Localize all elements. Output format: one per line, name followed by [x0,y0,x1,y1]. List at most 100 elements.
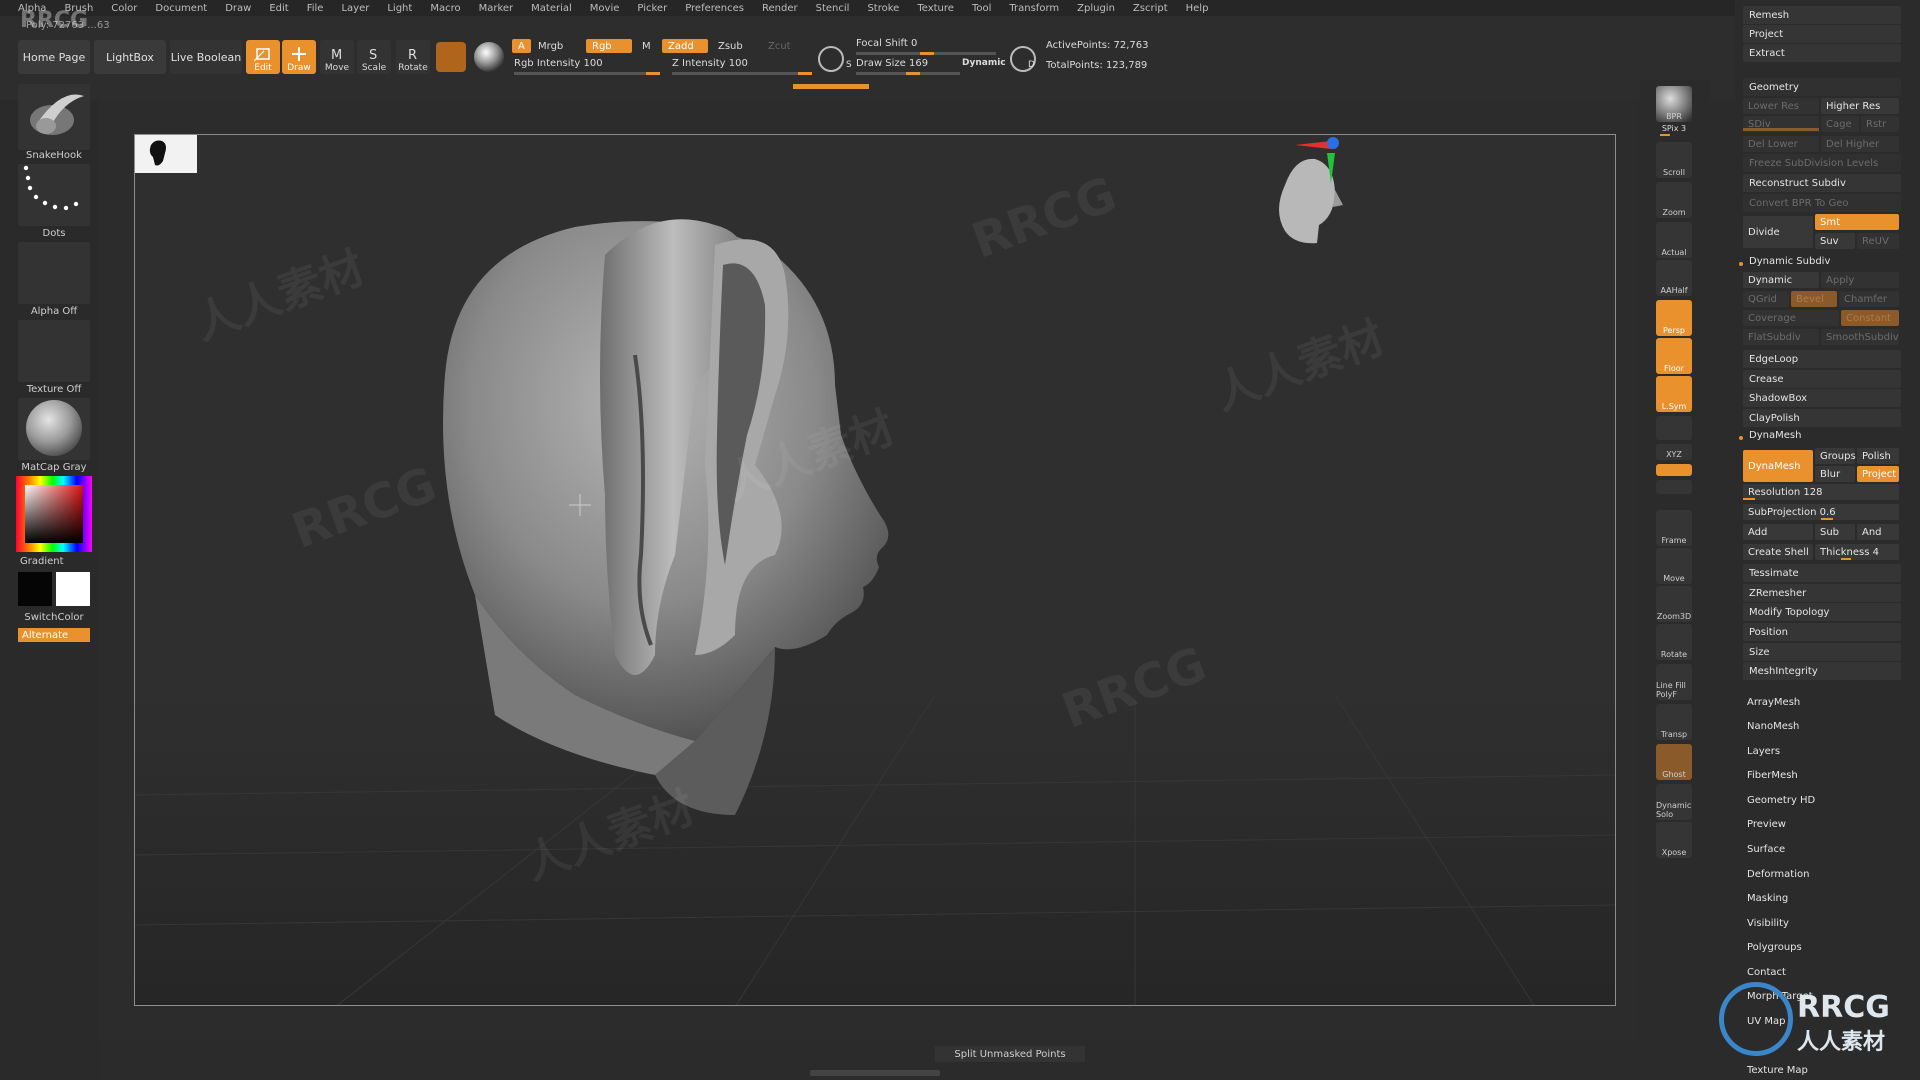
coverage-slider[interactable]: Coverage [1743,310,1839,326]
transp-button[interactable]: Transp [1656,704,1692,740]
home-page-button[interactable]: Home Page [18,40,90,74]
xpose-button[interactable]: Xpose [1656,822,1692,858]
zadd-toggle[interactable]: Zadd [662,39,708,53]
texture-thumbnail[interactable] [18,320,90,382]
texture-map-subpalette[interactable]: Texture Map [1747,1065,1808,1076]
bottom-tray-handle[interactable] [810,1070,940,1076]
remesh-button[interactable]: Remesh [1743,6,1901,24]
sub-button[interactable]: Sub [1815,524,1855,540]
z-intensity-track[interactable] [672,72,812,75]
menu-material[interactable]: Material [531,3,572,14]
menu-texture[interactable]: Texture [917,3,954,14]
polyf-button[interactable]: Line Fill PolyF [1656,664,1692,700]
geometry-header[interactable]: Geometry [1743,78,1901,96]
smooth-subdiv-slider[interactable]: SmoothSubdiv [1821,329,1899,345]
menu-draw[interactable]: Draw [225,3,251,14]
material-thumbnail[interactable] [18,398,90,460]
thickness-slider[interactable]: Thickness 4 [1815,544,1899,560]
menu-zplugin[interactable]: Zplugin [1077,3,1115,14]
project-toggle[interactable]: Project [1857,466,1899,482]
chamfer-toggle[interactable]: Chamfer [1839,291,1899,307]
contact-subpalette[interactable]: Contact [1747,967,1786,978]
z-intensity-slider[interactable]: Z Intensity 100 [672,58,748,69]
brush-thumbnail[interactable] [18,84,90,150]
smt-toggle[interactable]: Smt [1815,214,1899,230]
deformation-subpalette[interactable]: Deformation [1747,869,1809,880]
secondary-color-swatch[interactable] [56,572,90,606]
resolution-slider[interactable]: Resolution 128 [1743,484,1899,500]
move-view-button[interactable]: Move [1656,548,1692,584]
menu-preferences[interactable]: Preferences [685,3,744,14]
and-button[interactable]: And [1857,524,1899,540]
navigator-thumbnail[interactable] [135,135,197,173]
crease-subpalette[interactable]: Crease [1743,370,1901,388]
live-boolean-button[interactable]: Live Boolean [170,40,242,74]
solo-button[interactable]: Dynamic Solo [1656,784,1692,820]
menu-render[interactable]: Render [762,3,798,14]
menu-light[interactable]: Light [387,3,412,14]
zsub-toggle[interactable]: Zsub [712,39,749,53]
frame-button[interactable]: Frame [1656,510,1692,546]
rotate-view-button[interactable]: Rotate [1656,624,1692,660]
create-shell-button[interactable]: Create Shell [1743,544,1813,560]
lower-res-button[interactable]: Lower Res [1743,98,1819,114]
alpha-thumbnail[interactable] [18,242,90,304]
spix-slider[interactable]: SPix 3 [1656,124,1692,133]
color-square[interactable] [25,485,83,543]
menu-transform[interactable]: Transform [1009,3,1059,14]
m-toggle[interactable]: M [636,39,657,53]
menu-layer[interactable]: Layer [341,3,369,14]
add-button[interactable]: Add [1743,524,1813,540]
menu-stencil[interactable]: Stencil [816,3,850,14]
shadowbox-subpalette[interactable]: ShadowBox [1743,389,1901,407]
surface-subpalette[interactable]: Surface [1747,844,1785,855]
suv-toggle[interactable]: Suv [1815,233,1855,249]
draw-mode-button[interactable]: Draw [282,40,316,74]
lightbox-button[interactable]: LightBox [94,40,166,74]
menu-zscript[interactable]: Zscript [1133,3,1168,14]
rgb-toggle[interactable]: Rgb [586,39,632,53]
higher-res-button[interactable]: Higher Res [1821,98,1899,114]
dynamic-subdiv-header[interactable]: Dynamic Subdiv [1749,256,1830,267]
preview-subpalette[interactable]: Preview [1747,819,1786,830]
edgeloop-subpalette[interactable]: EdgeLoop [1743,350,1901,368]
modify-topology-subpalette[interactable]: Modify Topology [1743,603,1901,621]
arraymesh-subpalette[interactable]: ArrayMesh [1747,697,1800,708]
scale-mode-button[interactable]: S Scale [357,40,391,74]
qgrid-slider[interactable]: QGrid [1743,291,1789,307]
reconstruct-subdiv-button[interactable]: Reconstruct Subdiv [1743,174,1901,192]
actual-button[interactable]: Actual [1656,222,1692,258]
focal-shift-slider[interactable]: Focal Shift 0 [856,38,917,49]
scroll-button[interactable]: Scroll [1656,142,1692,178]
nanomesh-subpalette[interactable]: NanoMesh [1747,721,1799,732]
del-lower-button[interactable]: Del Lower [1743,136,1819,152]
tessimate-subpalette[interactable]: Tessimate [1743,564,1901,582]
bpr-button[interactable]: BPR [1656,86,1692,122]
reuv-toggle[interactable]: ReUV [1857,233,1899,249]
y-rotate-icon[interactable] [1656,464,1692,476]
menu-picker[interactable]: Picker [637,3,667,14]
menu-document[interactable]: Document [155,3,207,14]
menu-stroke[interactable]: Stroke [867,3,899,14]
fibermesh-subpalette[interactable]: FiberMesh [1747,770,1798,781]
rgb-intensity-slider[interactable]: Rgb Intensity 100 [514,58,603,69]
bevel-toggle[interactable]: Bevel [1791,291,1837,307]
apply-button[interactable]: Apply [1821,272,1899,288]
zoom3d-button[interactable]: Zoom3D [1656,586,1692,622]
rotate-mode-button[interactable]: R Rotate [396,40,430,74]
stroke-thumbnail[interactable] [18,164,90,226]
size-subpalette[interactable]: Size [1743,643,1901,661]
menu-movie[interactable]: Movie [590,3,620,14]
xyz-button[interactable]: XYZ [1656,444,1692,460]
menu-file[interactable]: File [307,3,324,14]
draw-size-slider[interactable]: Draw Size 169 [856,58,928,69]
convert-bpr-button[interactable]: Convert BPR To Geo [1743,194,1901,212]
dynamic-toggle[interactable]: Dynamic [962,58,1006,68]
switchcolor-label[interactable]: SwitchColor [18,612,90,623]
floor-button[interactable]: Floor [1656,338,1692,374]
dynamesh-button[interactable]: DynaMesh [1743,450,1813,482]
z-rotate-icon[interactable] [1656,480,1692,494]
brush-sphere-icon[interactable] [474,42,504,72]
meshintegrity-subpalette[interactable]: MeshIntegrity [1743,662,1901,680]
dynamesh-header[interactable]: DynaMesh [1749,430,1801,441]
